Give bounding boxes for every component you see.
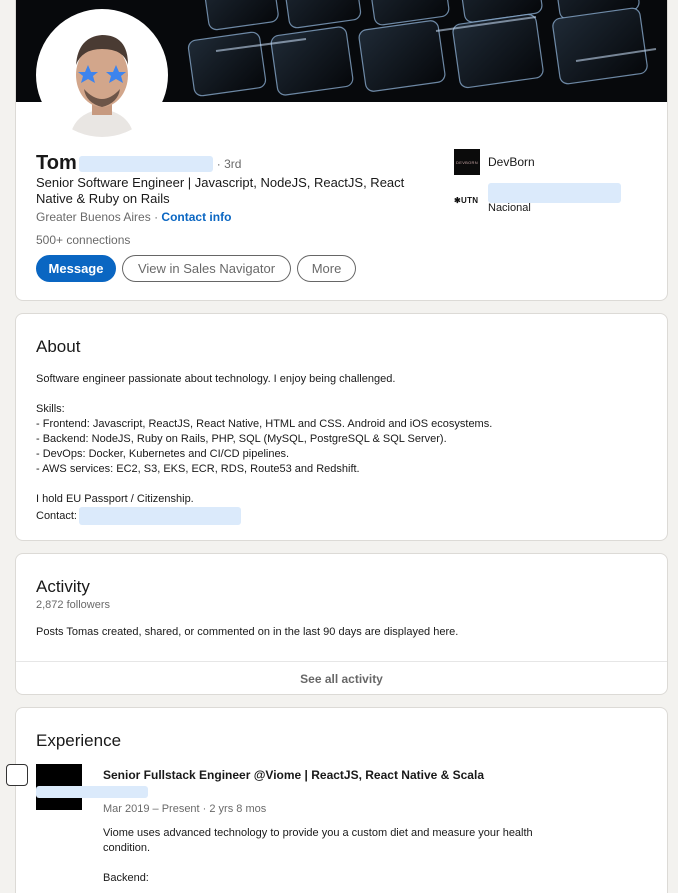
top-card-side-list: DEVBORN DevBorn ✱UTN Universidad Tecnoló… bbox=[454, 148, 654, 224]
education-item[interactable]: ✱UTN Universidad Tecnológica Nacional bbox=[454, 183, 654, 214]
experience-item-description: Viome uses advanced technology to provid… bbox=[103, 826, 573, 886]
activity-description: Posts Tomas created, shared, or commente… bbox=[36, 626, 459, 638]
connection-degree: · 3rd bbox=[216, 156, 242, 171]
redacted-last-name bbox=[78, 155, 213, 172]
about-line: - DevOps: Docker, Kubernetes and CI/CD p… bbox=[36, 448, 290, 460]
current-company-item[interactable]: DEVBORN DevBorn bbox=[454, 148, 654, 176]
redacted-company-logo-text bbox=[36, 786, 148, 798]
about-contact-line: Contact: bbox=[36, 507, 492, 525]
about-line: Software engineer passionate about techn… bbox=[36, 373, 396, 385]
redacted-contact bbox=[78, 507, 241, 525]
description-line: condition. bbox=[103, 842, 151, 854]
contact-label: Contact: bbox=[36, 509, 77, 522]
about-line: - AWS services: EC2, S3, EKS, ECR, RDS, … bbox=[36, 463, 360, 475]
about-line: Skills: bbox=[36, 403, 65, 415]
profile-name: Tom bbox=[36, 152, 77, 174]
about-line: - Frontend: Javascript, ReactJS, React N… bbox=[36, 418, 493, 430]
contact-info-link[interactable]: Contact info bbox=[161, 210, 231, 224]
about-line: I hold EU Passport / Citizenship. bbox=[36, 493, 194, 505]
current-company-name: DevBorn bbox=[488, 154, 535, 169]
more-button[interactable]: More bbox=[297, 255, 356, 282]
about-line: - Backend: NodeJS, Ruby on Rails, PHP, S… bbox=[36, 433, 447, 445]
see-all-activity-button[interactable]: See all activity bbox=[16, 661, 667, 694]
description-line: Viome uses advanced technology to provid… bbox=[103, 827, 533, 839]
about-title: About bbox=[36, 337, 81, 356]
profile-name-row: Tom · 3rd bbox=[36, 152, 241, 175]
message-button[interactable]: Message bbox=[36, 255, 116, 282]
profile-location: Greater Buenos Aires bbox=[36, 210, 151, 224]
devborn-logo-icon: DEVBORN bbox=[454, 149, 480, 175]
about-line bbox=[36, 387, 492, 402]
redacted-education bbox=[488, 183, 621, 203]
followers-count: 2,872 followers bbox=[36, 599, 110, 611]
experience-item-dates: Mar 2019 – Present · 2 yrs 8 mos bbox=[103, 803, 267, 815]
description-line bbox=[103, 856, 573, 871]
about-text: Software engineer passionate about techn… bbox=[36, 372, 492, 525]
education-name: Universidad Tecnológica Nacional bbox=[488, 183, 628, 214]
experience-title: Experience bbox=[36, 731, 122, 750]
about-section: About Software engineer passionate about… bbox=[15, 313, 668, 541]
location-row: Greater Buenos Aires · Contact info bbox=[36, 210, 231, 224]
profile-headline: Senior Software Engineer | Javascript, N… bbox=[36, 175, 405, 206]
utn-logo-icon: ✱UTN bbox=[454, 187, 480, 213]
description-line: Backend: bbox=[103, 872, 149, 884]
profile-top-card: Tom · 3rd Senior Software Engineer | Jav… bbox=[15, 0, 668, 301]
view-sales-navigator-button[interactable]: View in Sales Navigator bbox=[122, 255, 291, 282]
profile-actions: Message View in Sales Navigator More bbox=[36, 255, 356, 282]
about-line bbox=[36, 477, 492, 492]
separator: · bbox=[150, 210, 162, 224]
activity-section: Activity 2,872 followers Posts Tomas cre… bbox=[15, 553, 668, 695]
activity-title: Activity bbox=[36, 577, 90, 596]
profile-avatar[interactable] bbox=[36, 9, 168, 141]
experience-item-title[interactable]: Senior Fullstack Engineer @Viome | React… bbox=[103, 768, 484, 782]
select-checkbox[interactable] bbox=[6, 764, 28, 786]
experience-section: Experience Senior Fullstack Engineer @Vi… bbox=[15, 707, 668, 893]
connections-count: 500+ connections bbox=[36, 233, 131, 247]
